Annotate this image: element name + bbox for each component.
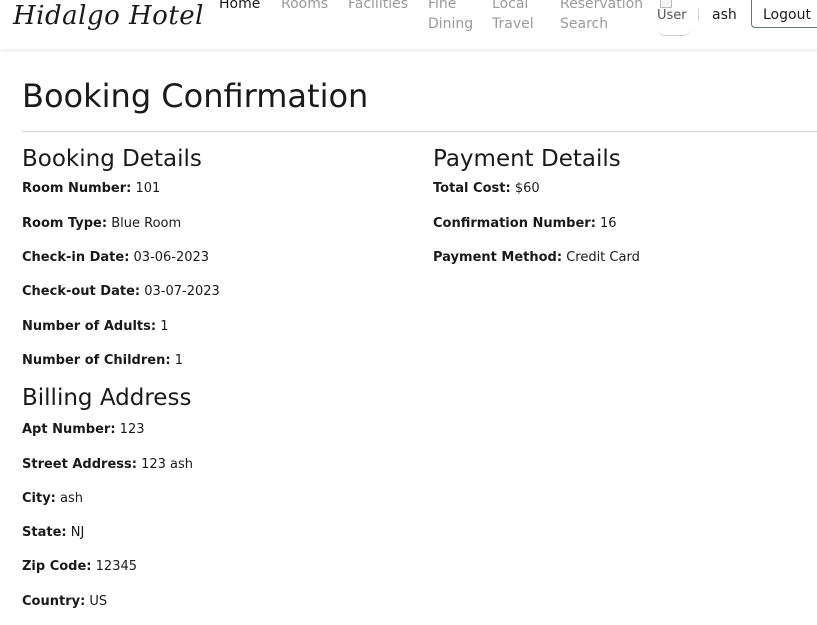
nav-link-label-line2: Search <box>560 16 609 32</box>
field-label: Zip Code: <box>22 559 92 574</box>
field-value: 1 <box>174 353 183 368</box>
username-label: ash <box>712 7 737 23</box>
booking-field-room-number: Room Number: 101 <box>22 180 160 198</box>
nav-link-label-line2: Travel <box>492 16 534 32</box>
field-value: 101 <box>135 181 161 196</box>
user-avatar-alt-text: User <box>657 8 687 23</box>
nav-link-label: Home <box>219 0 261 12</box>
nav-link-label: Rooms <box>281 0 329 12</box>
user-avatar[interactable]: User <box>657 0 691 36</box>
nav-link-label-line2: Dining <box>428 16 474 32</box>
booking-field-check-out-date: Check-out Date: 03-07-2023 <box>22 283 220 301</box>
field-value: 123 ash <box>141 457 194 472</box>
booking-field-adults: Number of Adults: 1 <box>22 318 169 336</box>
field-label: City: <box>22 491 56 506</box>
field-label: Check-in Date: <box>22 250 130 265</box>
broken-image-icon <box>660 0 672 8</box>
nav-link-facilities[interactable]: Facilities <box>348 0 408 14</box>
field-value: US <box>89 594 108 609</box>
field-label: Number of Children: <box>22 353 171 368</box>
field-value: 1 <box>160 319 169 334</box>
field-value: 123 <box>119 422 145 437</box>
nav-link-label-line1: Reservation <box>560 0 644 12</box>
field-value: 03-06-2023 <box>133 250 210 265</box>
field-value: $60 <box>514 181 540 196</box>
brand-logo[interactable]: Hidalgo Hotel <box>13 0 204 32</box>
field-value: Credit Card <box>566 250 640 265</box>
billing-field-street-address: Street Address: 123 ash <box>22 456 193 474</box>
billing-field-zip-code: Zip Code: 12345 <box>22 558 137 576</box>
field-label: Street Address: <box>22 457 137 472</box>
field-label: Number of Adults: <box>22 319 157 334</box>
billing-field-apt-number: Apt Number: 123 <box>22 421 145 439</box>
booking-details-heading: Booking Details <box>22 146 202 172</box>
nav-link-reservation-search[interactable]: Reservation Search <box>560 0 643 34</box>
field-label: Payment Method: <box>433 250 563 265</box>
field-label: Room Number: <box>22 181 132 196</box>
field-label: Total Cost: <box>433 181 511 196</box>
booking-field-children: Number of Children: 1 <box>22 352 183 370</box>
nav-link-label-line1: Fine <box>428 0 457 12</box>
field-label: State: <box>22 525 67 540</box>
field-value: NJ <box>70 525 85 540</box>
nav-link-fine-dining[interactable]: Fine Dining <box>428 0 473 34</box>
nav-link-label-line1: Local <box>492 0 529 12</box>
field-value: 16 <box>600 216 617 231</box>
booking-field-room-type: Room Type: Blue Room <box>22 215 181 233</box>
booking-field-check-in-date: Check-in Date: 03-06-2023 <box>22 249 209 267</box>
billing-field-country: Country: US <box>22 593 107 611</box>
field-value: 03-07-2023 <box>144 284 220 299</box>
field-label: Apt Number: <box>22 422 116 437</box>
field-value: 12345 <box>95 559 138 574</box>
title-divider <box>22 131 817 132</box>
field-label: Room Type: <box>22 216 108 231</box>
billing-field-state: State: NJ <box>22 524 84 542</box>
nav-link-home[interactable]: Home <box>219 0 260 14</box>
nav-link-label: Facilities <box>348 0 408 12</box>
top-navbar: Hidalgo Hotel Home Rooms Facilities Fine… <box>0 0 817 50</box>
nav-link-local-travel[interactable]: Local Travel <box>492 0 534 34</box>
payment-details-heading: Payment Details <box>433 146 621 172</box>
page-title: Booking Confirmation <box>22 77 369 115</box>
field-value: Blue Room <box>111 216 182 231</box>
field-value: ash <box>60 491 84 506</box>
field-label: Confirmation Number: <box>433 216 596 231</box>
user-divider <box>698 9 699 21</box>
nav-link-rooms[interactable]: Rooms <box>281 0 328 14</box>
payment-field-payment-method: Payment Method: Credit Card <box>433 249 640 267</box>
payment-field-confirmation-number: Confirmation Number: 16 <box>433 215 617 233</box>
payment-field-total-cost: Total Cost: $60 <box>433 180 540 198</box>
field-label: Country: <box>22 594 86 609</box>
field-label: Check-out Date: <box>22 284 141 299</box>
logout-button[interactable]: Logout <box>751 0 817 28</box>
billing-field-city: City: ash <box>22 490 83 508</box>
billing-address-heading: Billing Address <box>22 385 192 411</box>
